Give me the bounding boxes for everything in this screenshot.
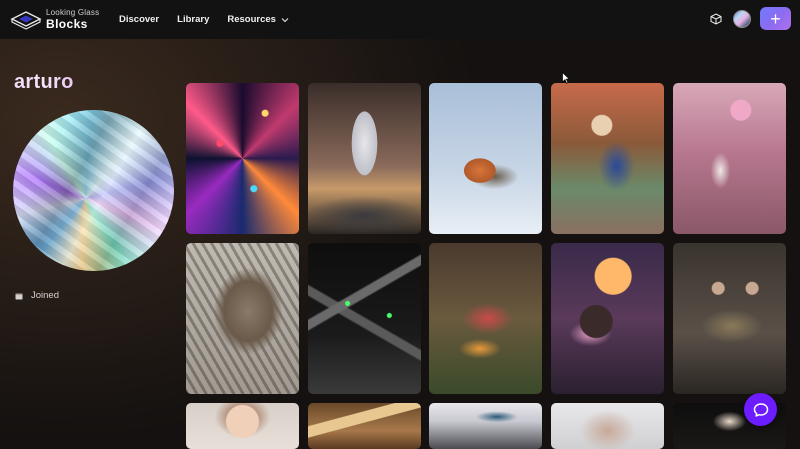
sign-tile[interactable]: [308, 403, 421, 449]
main-nav: Discover Library Resources: [119, 0, 307, 39]
airplane-tile[interactable]: [429, 403, 542, 449]
crystals-tile[interactable]: [186, 83, 299, 234]
nav-library[interactable]: Library: [177, 14, 209, 25]
baby-tile[interactable]: [551, 403, 664, 449]
top-navigation-bar: Looking Glass Blocks Discover Library Re…: [0, 0, 800, 39]
nav-resources[interactable]: Resources: [227, 14, 289, 25]
logo-icon: [10, 11, 42, 30]
profile-username: arturo: [14, 71, 74, 93]
logo-bottom-text: Blocks: [46, 16, 88, 31]
support-chat-button[interactable]: [744, 393, 777, 426]
logo-top-text: Looking Glass: [46, 7, 100, 17]
nav-discover[interactable]: Discover: [119, 14, 159, 25]
chat-bubble-icon: [753, 402, 768, 417]
sleeping-cat-tile[interactable]: [186, 243, 299, 394]
mouse-cursor-icon: [562, 72, 570, 84]
header-actions: +: [710, 7, 791, 30]
looking-glass-blocks-logo[interactable]: Looking Glass Blocks: [10, 7, 99, 31]
board-game-tile[interactable]: [673, 243, 786, 394]
rocket-tile[interactable]: [308, 83, 421, 234]
girl-at-desk-tile[interactable]: [551, 243, 664, 394]
vintage-room-tile[interactable]: [673, 83, 786, 234]
profile-avatar: [13, 110, 174, 271]
robin-bird-tile[interactable]: [429, 83, 542, 234]
nav-resources-label: Resources: [227, 14, 276, 25]
user-avatar-button[interactable]: [733, 9, 751, 28]
anime-character-tile[interactable]: [186, 403, 299, 449]
x-wing-tile[interactable]: [308, 243, 421, 394]
joined-info: Joined: [15, 290, 59, 301]
popeye-tile[interactable]: [551, 83, 664, 234]
nav-library-label: Library: [177, 14, 210, 25]
create-button[interactable]: +: [760, 7, 791, 30]
chevron-down-icon: [281, 17, 289, 22]
cube-icon[interactable]: [710, 12, 722, 25]
food-platter-tile[interactable]: [429, 243, 542, 394]
calendar-icon: [15, 293, 23, 299]
joined-label: Joined: [31, 290, 59, 301]
plus-icon: +: [770, 8, 781, 29]
nav-discover-label: Discover: [119, 14, 160, 25]
